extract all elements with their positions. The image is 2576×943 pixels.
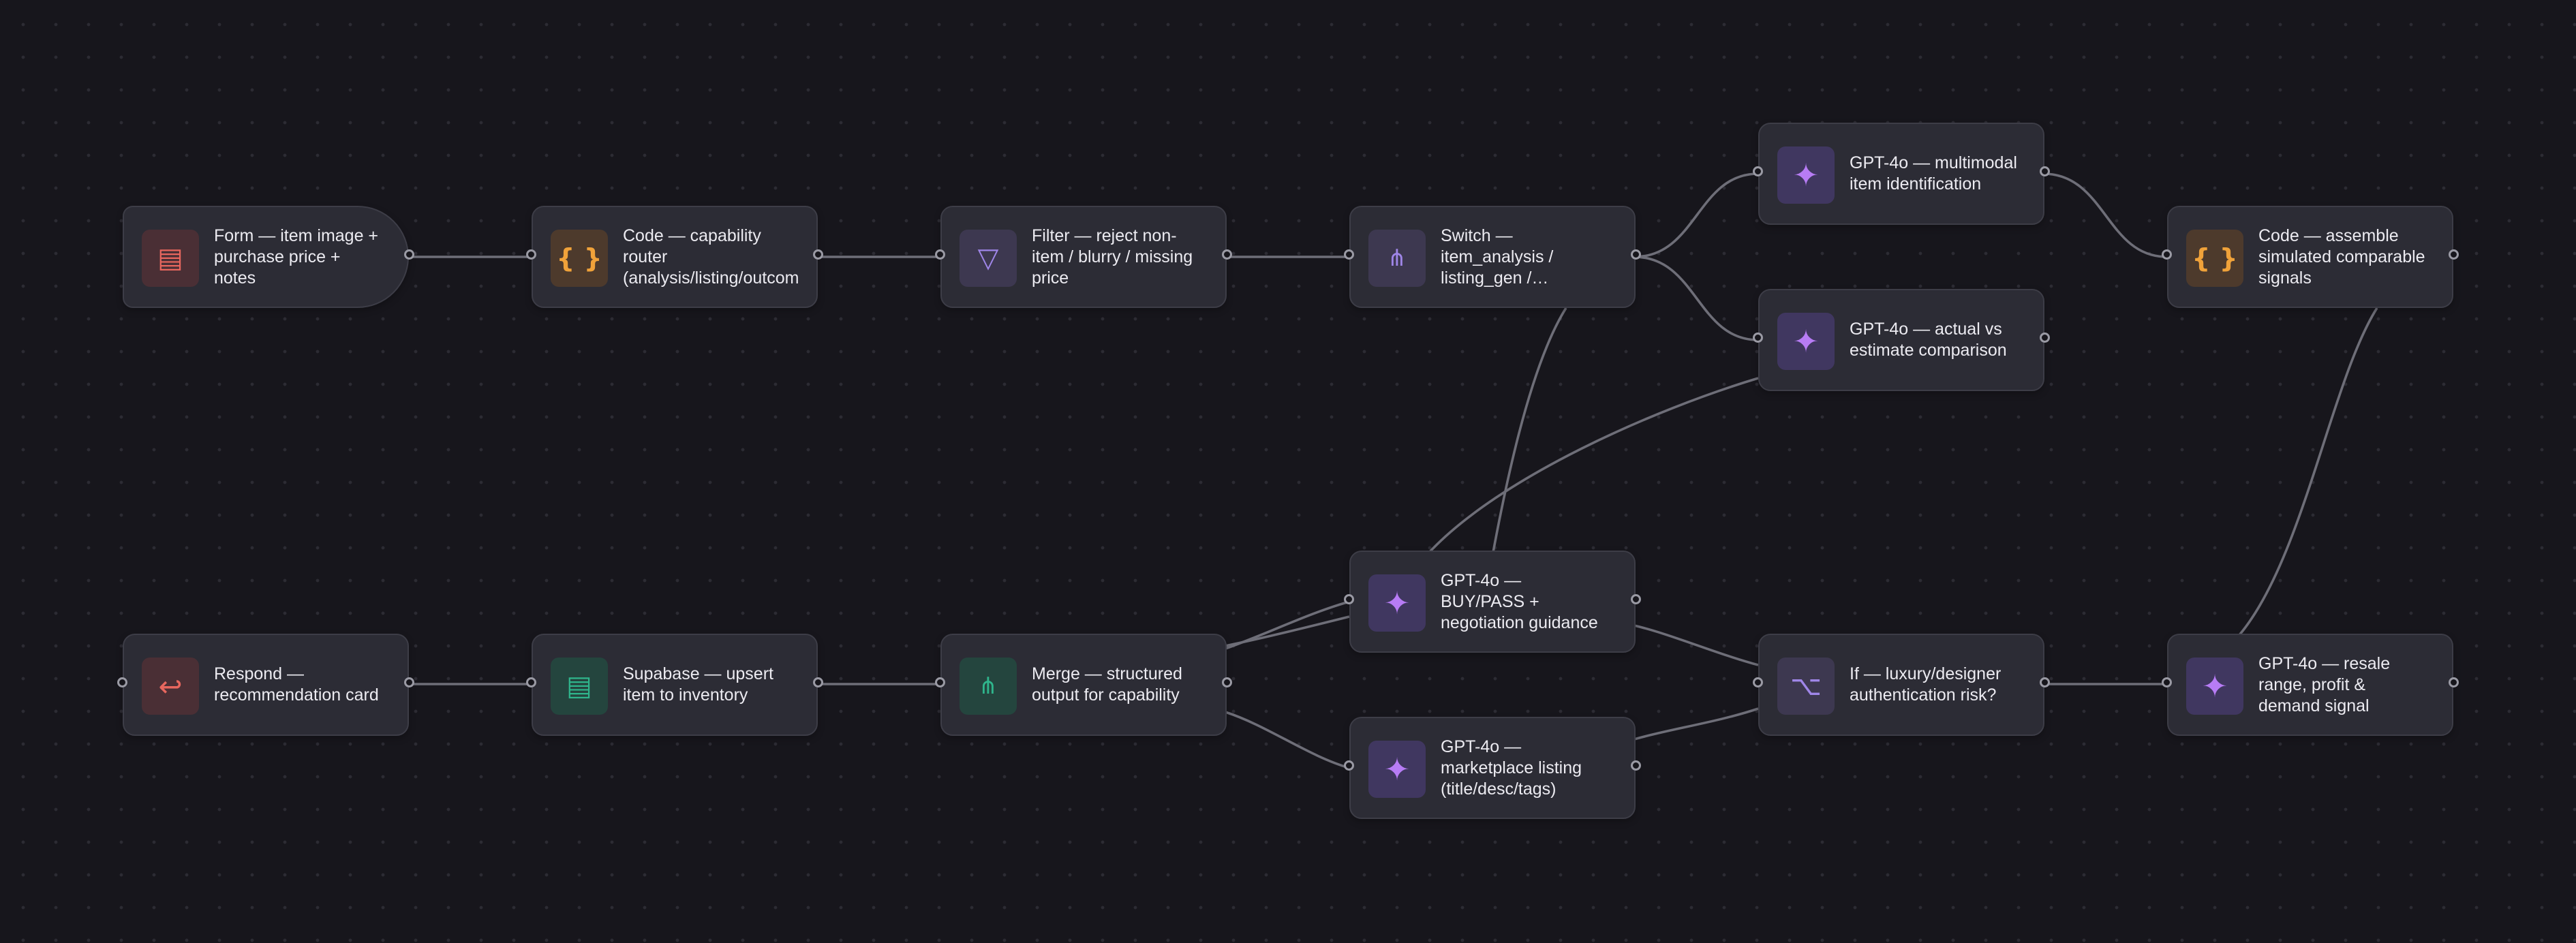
input-port[interactable] [935, 249, 945, 260]
node-respond[interactable]: ↩ Respond — recommendation card [117, 634, 414, 736]
node-label: Filter — reject non- item / blurry / mis… [1032, 226, 1193, 288]
switch-icon: ⋔ [1368, 230, 1426, 287]
edge-listing-merge [1225, 711, 1350, 769]
node-label: Switch — item_analysis / listing_gen /… [1441, 226, 1554, 288]
output-port[interactable] [2040, 677, 2050, 687]
output-port[interactable] [404, 249, 414, 260]
sparkle-icon: ✦ [1777, 313, 1835, 370]
node-filter[interactable]: ▽ Filter — reject non- item / blurry / m… [935, 206, 1232, 308]
node-label: GPT-4o — multimodal item identification [1850, 153, 2017, 194]
input-port[interactable] [935, 677, 945, 687]
braces-icon: { } [2186, 230, 2243, 287]
input-port[interactable] [1753, 677, 1763, 687]
input-port[interactable] [1344, 249, 1354, 260]
node-merge[interactable]: ⋔ Merge — structured output for capabili… [935, 634, 1232, 736]
node-form-trigger[interactable]: ▤ Form — item image + purchase price + n… [123, 206, 414, 308]
form-icon: ▤ [142, 230, 199, 287]
braces-icon: { } [551, 230, 608, 287]
node-label: Supabase — upsert item to inventory [623, 664, 773, 705]
output-port[interactable] [813, 249, 823, 260]
node-gpt-buypass[interactable]: ✦ GPT-4o — BUY/PASS + negotiation guidan… [1344, 551, 1641, 653]
node-label: If — luxury/designer authentication risk… [1850, 664, 2002, 705]
input-port[interactable] [1753, 166, 1763, 176]
input-port[interactable] [2162, 249, 2172, 260]
output-port[interactable] [404, 677, 414, 687]
sparkle-icon: ✦ [1777, 146, 1835, 204]
edge-buypass-merge-b [1225, 615, 1350, 647]
node-label: Form — item image + purchase price + not… [214, 226, 379, 288]
node-code-assemble[interactable]: { } Code — assemble simulated comparable… [2162, 206, 2459, 308]
node-label: GPT-4o — marketplace listing (title/desc… [1441, 737, 1582, 799]
node-supabase[interactable]: ▤ Supabase — upsert item to inventory [526, 634, 823, 736]
edge-ifauth-buypass [1634, 624, 1759, 666]
output-port[interactable] [1222, 677, 1232, 687]
node-label: Respond — recommendation card [214, 664, 379, 705]
output-port[interactable] [2449, 249, 2459, 260]
edge-assemble-resale [2238, 307, 2378, 636]
return-icon: ↩ [142, 658, 199, 715]
node-label: GPT-4o — actual vs estimate comparison [1850, 320, 2007, 360]
node-label: Merge — structured output for capability [1032, 664, 1182, 705]
edge-identify-assemble [2042, 172, 2168, 258]
sparkle-icon: ✦ [1368, 574, 1426, 632]
node-label: Code — capability router (analysis/listi… [623, 226, 799, 288]
node-gpt-identify[interactable]: ✦ GPT-4o — multimodal item identificatio… [1753, 123, 2050, 225]
input-port[interactable] [526, 677, 536, 687]
output-port[interactable] [2449, 677, 2459, 687]
node-label: Code — assemble simulated comparable sig… [2258, 226, 2425, 288]
node-if-authentication[interactable]: ⌥ If — luxury/designer authentication ri… [1753, 634, 2050, 736]
input-port[interactable] [1753, 333, 1763, 343]
output-port[interactable] [1631, 760, 1641, 771]
sparkle-icon: ✦ [2186, 658, 2243, 715]
edge-switch-identify [1634, 172, 1759, 258]
edge-ifauth-listing [1634, 707, 1759, 741]
output-port[interactable] [2040, 166, 2050, 176]
node-code-router[interactable]: { } Code — capability router (analysis/l… [526, 206, 823, 308]
output-port[interactable] [813, 677, 823, 687]
filter-icon: ▽ [960, 230, 1017, 287]
input-port[interactable] [1344, 594, 1354, 604]
input-port[interactable] [1344, 760, 1354, 771]
output-port[interactable] [2040, 333, 2050, 343]
output-port[interactable] [1631, 249, 1641, 260]
node-gpt-listing[interactable]: ✦ GPT-4o — marketplace listing (title/de… [1344, 717, 1641, 819]
input-port[interactable] [2162, 677, 2172, 687]
edge-compare-merge [1427, 377, 1759, 555]
input-port[interactable] [526, 249, 536, 260]
output-port[interactable] [1222, 249, 1232, 260]
if-branch-icon: ⌥ [1777, 658, 1835, 715]
sparkle-icon: ✦ [1368, 741, 1426, 798]
node-switch[interactable]: ⋔ Switch — item_analysis / listing_gen /… [1344, 206, 1641, 308]
output-port[interactable] [1631, 594, 1641, 604]
node-gpt-compare[interactable]: ✦ GPT-4o — actual vs estimate comparison [1753, 289, 2050, 391]
node-label: GPT-4o — BUY/PASS + negotiation guidance [1441, 570, 1598, 632]
connection-lines [407, 172, 2378, 769]
edge-switch-compare [1634, 256, 1759, 341]
node-gpt-resale[interactable]: ✦ GPT-4o — resale range, profit & demand… [2162, 634, 2459, 736]
input-port[interactable] [117, 677, 127, 687]
node-label: GPT-4o — resale range, profit & demand s… [2258, 653, 2391, 715]
merge-icon: ⋔ [960, 658, 1017, 715]
database-icon: ▤ [551, 658, 608, 715]
